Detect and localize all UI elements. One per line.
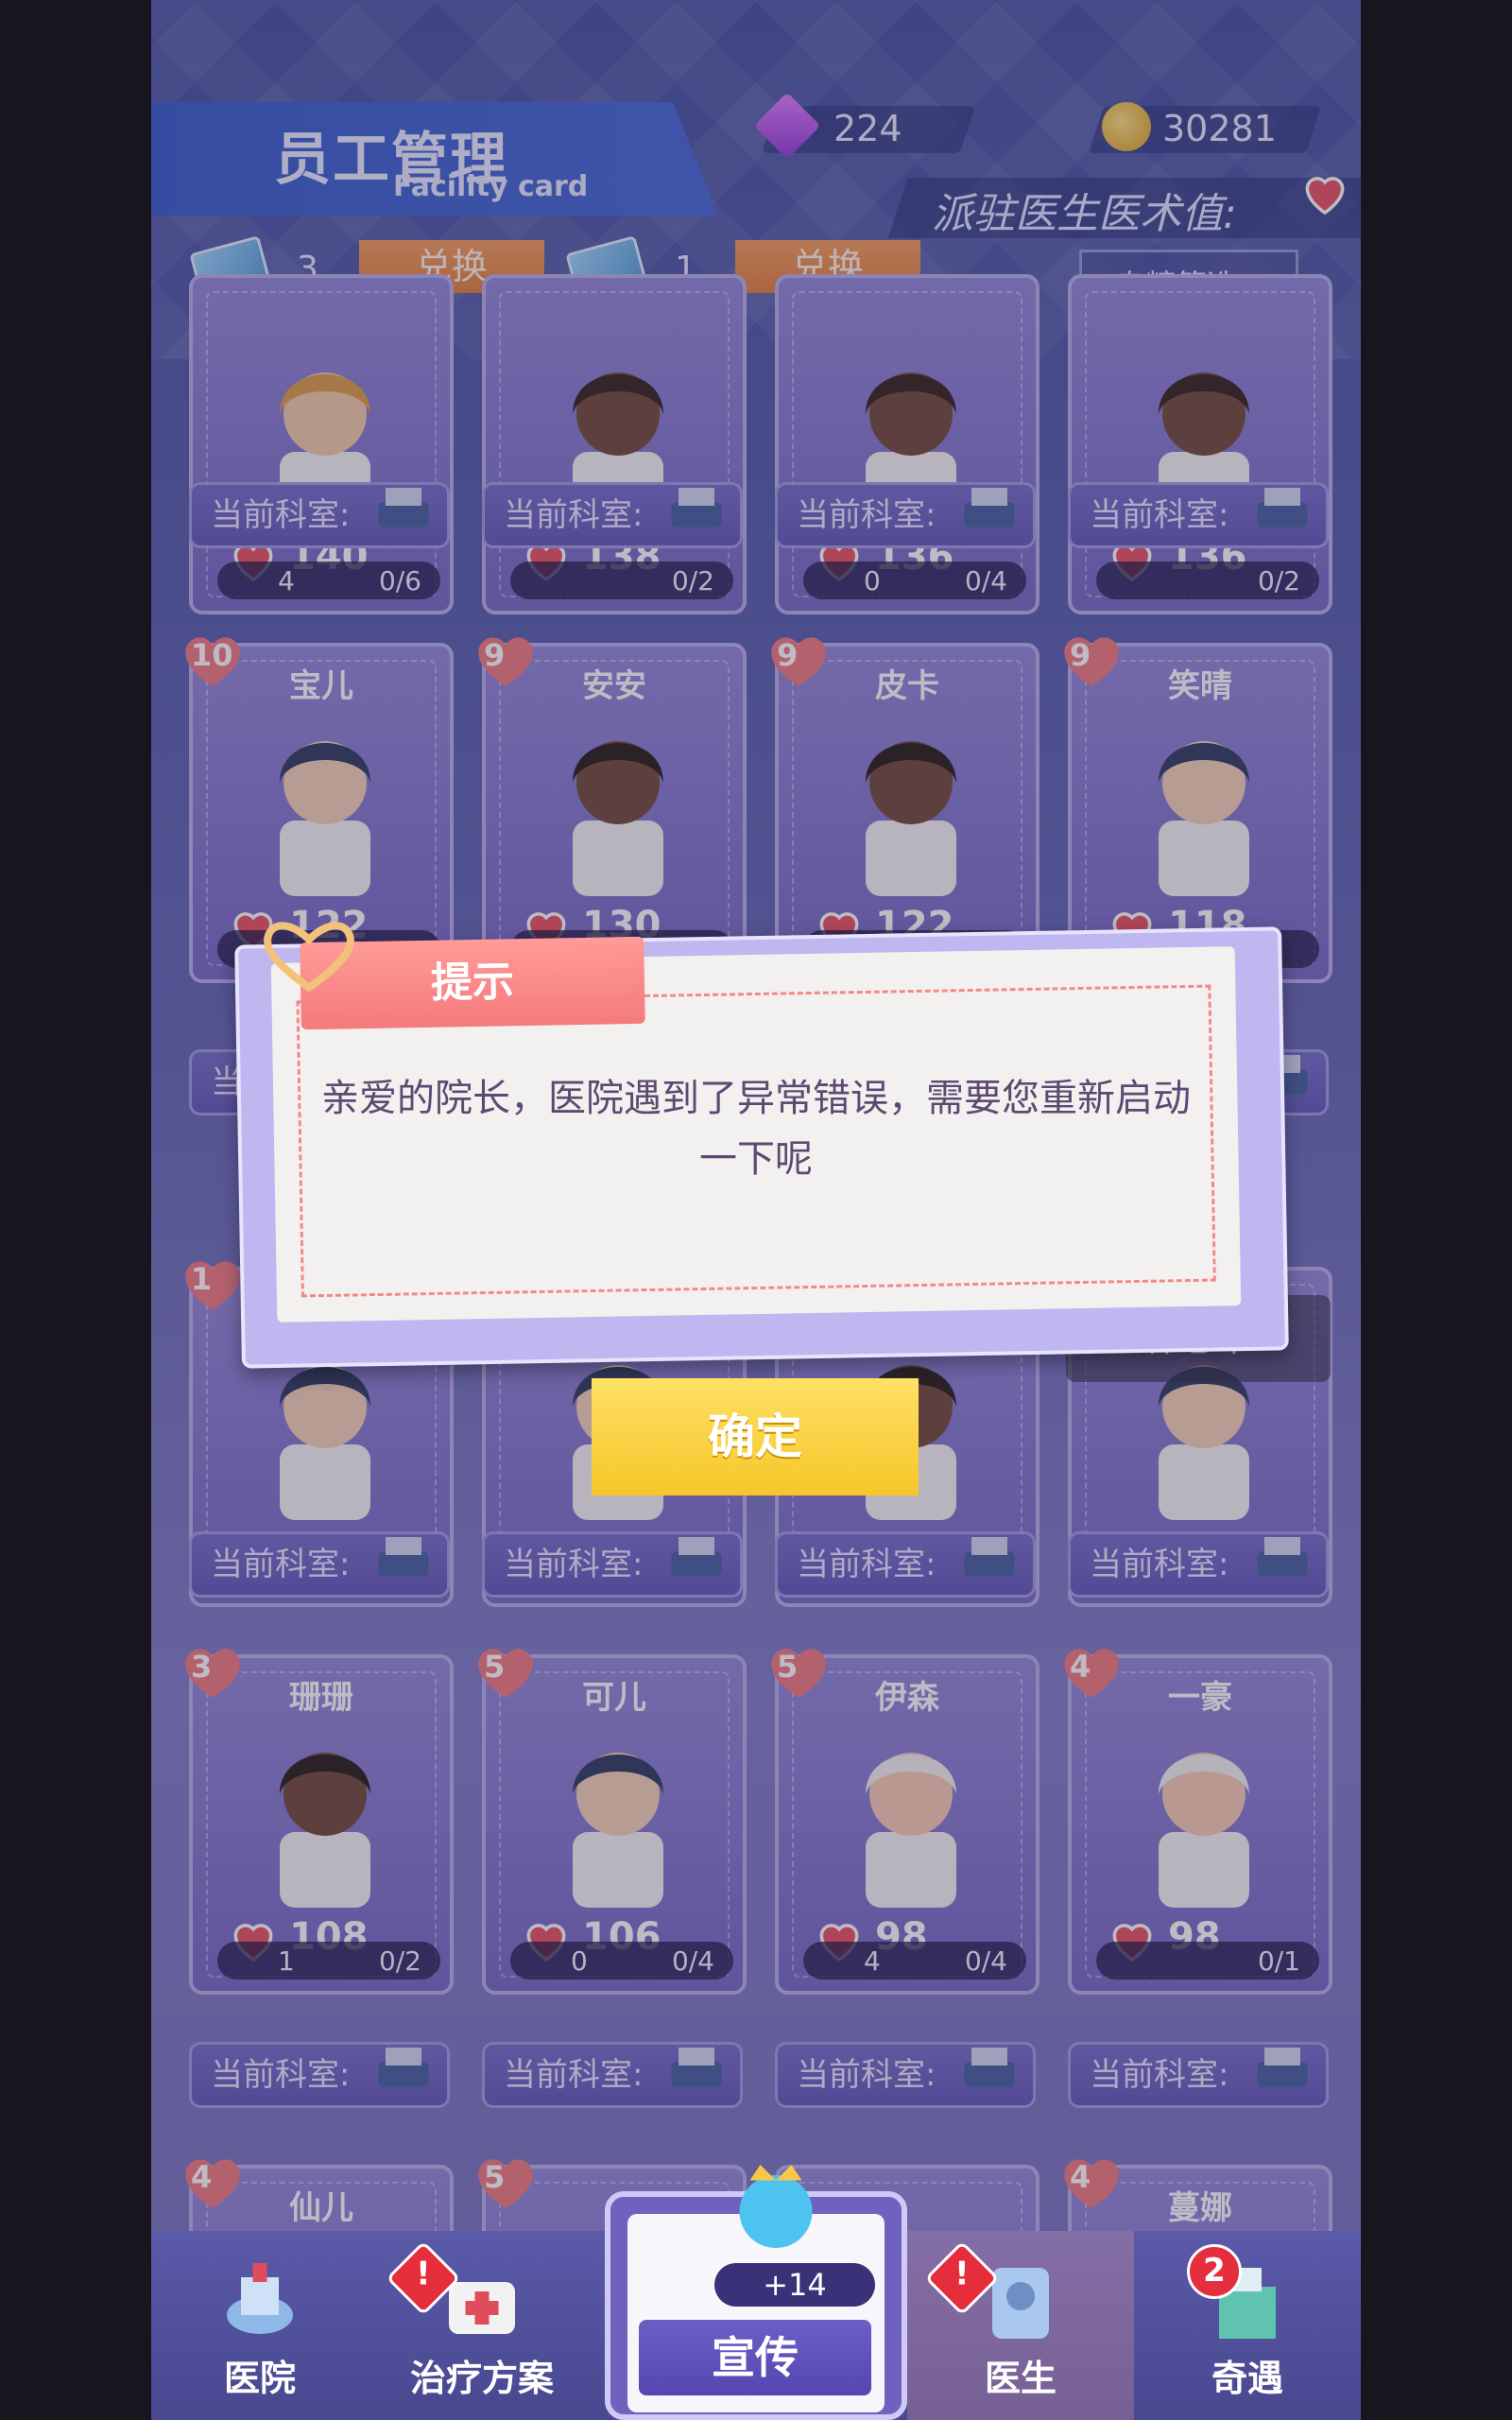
nav-doctor-label: 医生: [984, 2358, 1057, 2399]
nav-encounter-label: 奇遇: [1211, 2358, 1283, 2399]
nav-promote[interactable]: +14 宣传: [605, 2165, 907, 2420]
hospital-icon: [227, 2263, 293, 2334]
nav-promote-label: 宣传: [639, 2320, 871, 2395]
confirm-button[interactable]: 确定: [592, 1378, 919, 1495]
nav-doctor[interactable]: 医生 !: [907, 2231, 1134, 2420]
notification-badge: 2: [1187, 2244, 1242, 2299]
nav-treatment[interactable]: 治疗方案 !: [369, 2231, 595, 2420]
heart-clip-icon: [264, 922, 354, 993]
nav-encounter[interactable]: 奇遇 2: [1134, 2231, 1361, 2420]
promote-mascot-icon: [739, 2165, 813, 2248]
nav-hospital[interactable]: 医院: [151, 2231, 369, 2420]
nav-treatment-label: 治疗方案: [409, 2358, 554, 2399]
dialog-message: 亲爱的院长，医院遇到了异常错误，需要您重新启动一下呢: [321, 1077, 1191, 1181]
nav-hospital-label: 医院: [223, 2358, 296, 2399]
promote-bonus: +14: [714, 2263, 875, 2307]
